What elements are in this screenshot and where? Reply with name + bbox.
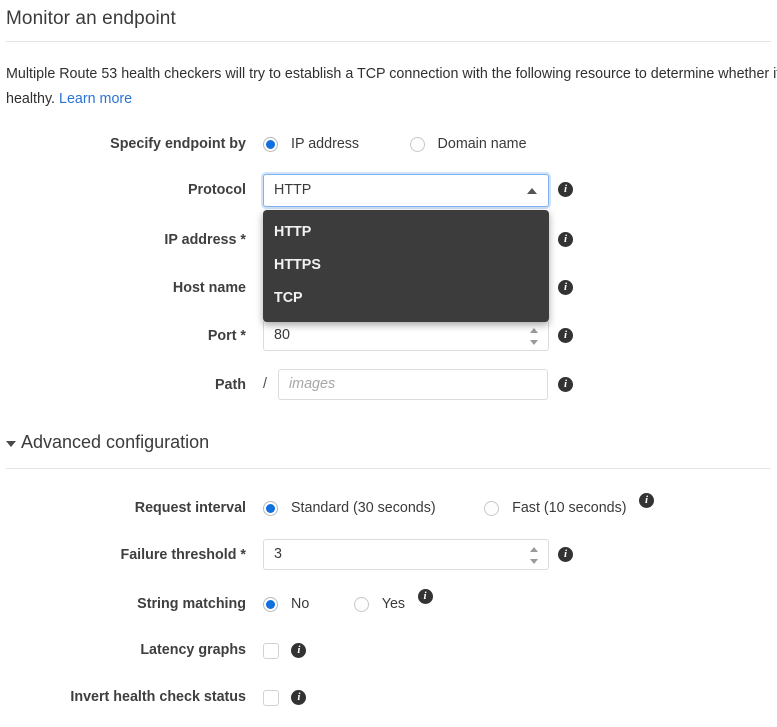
stepper-up-icon[interactable] [530, 328, 538, 333]
page-title: Monitor an endpoint [6, 8, 176, 29]
request-interval-info-icon[interactable]: i [639, 493, 654, 509]
path-info-icon[interactable]: i [558, 377, 573, 392]
radio-standard-interval[interactable] [263, 500, 278, 516]
row-invert-health-check-status: Invert health check status i [0, 681, 777, 713]
protocol-select-wrapper: HTTP [263, 174, 549, 207]
row-path: Path / images i [0, 369, 777, 401]
radio-option-standard[interactable]: Standard (30 seconds) [263, 492, 436, 524]
protocol-select[interactable]: HTTP [263, 174, 549, 207]
failure-threshold-label: Failure threshold * [120, 547, 246, 563]
row-string-matching: String matching No Yes i [0, 588, 777, 620]
radio-string-matching-no-label: No [291, 596, 310, 612]
protocol-label: Protocol [188, 182, 246, 198]
radio-option-no[interactable]: No [263, 588, 309, 620]
dropdown-option-http[interactable]: HTTP [263, 216, 549, 249]
latency-graphs-checkbox[interactable] [263, 642, 279, 659]
description-text: Multiple Route 53 health checkers will t… [6, 62, 777, 112]
stepper-up-icon[interactable] [530, 547, 538, 552]
title-divider [6, 41, 771, 42]
advanced-form: Request interval Standard (30 seconds) F… [0, 492, 777, 727]
latency-graphs-control: i [263, 642, 307, 660]
path-label: Path [215, 377, 246, 393]
radio-string-matching-no[interactable] [263, 596, 278, 612]
ip-address-label: IP address * [164, 232, 246, 248]
port-info-icon[interactable]: i [558, 328, 573, 343]
dropdown-option-tcp[interactable]: TCP [263, 282, 549, 315]
radio-fast-interval[interactable] [484, 500, 500, 516]
chevron-up-icon[interactable] [527, 188, 537, 194]
radio-domain-name-label: Domain name [437, 136, 527, 152]
host-name-info-icon[interactable]: i [558, 280, 573, 295]
radio-string-matching-yes-label: Yes [381, 596, 406, 612]
radio-option-ip-address[interactable]: IP address [263, 128, 359, 160]
learn-more-link[interactable]: Learn more [59, 91, 132, 107]
protocol-dropdown-menu[interactable]: HTTP HTTPS TCP [263, 210, 549, 322]
port-input-wrapper: 80 [263, 320, 549, 351]
invert-health-check-status-info-icon[interactable]: i [291, 690, 307, 706]
failure-threshold-stepper[interactable] [530, 547, 539, 564]
specify-endpoint-by-label: Specify endpoint by [110, 136, 246, 152]
radio-option-fast[interactable]: Fast (10 seconds) [484, 492, 627, 524]
row-latency-graphs: Latency graphs i [0, 634, 777, 666]
path-prefix-slash: / [263, 376, 267, 392]
string-matching-radio-group: No Yes i [263, 588, 433, 620]
radio-fast-interval-label: Fast (10 seconds) [512, 500, 627, 516]
failure-threshold-input-wrapper: 3 [263, 539, 549, 570]
radio-option-yes[interactable]: Yes [353, 588, 406, 620]
radio-standard-interval-label: Standard (30 seconds) [291, 500, 436, 516]
request-interval-radio-group: Standard (30 seconds) Fast (10 seconds) … [263, 492, 654, 524]
path-input-wrapper: images [278, 369, 548, 400]
advanced-configuration-label: Advanced configuration [21, 432, 210, 452]
row-failure-threshold: Failure threshold * 3 i [0, 539, 777, 571]
port-label: Port * [207, 328, 246, 344]
request-interval-label: Request interval [134, 500, 246, 516]
latency-graphs-info-icon[interactable]: i [291, 643, 307, 659]
row-protocol: Protocol HTTP i [0, 174, 777, 208]
invert-health-check-status-checkbox[interactable] [263, 689, 279, 706]
port-stepper[interactable] [530, 328, 539, 345]
port-input[interactable]: 80 [263, 320, 549, 351]
radio-option-domain-name[interactable]: Domain name [409, 128, 527, 160]
host-name-label: Host name [172, 280, 246, 296]
protocol-info-icon[interactable]: i [558, 182, 573, 197]
radio-ip-address-label: IP address [291, 136, 360, 152]
invert-health-check-status-control: i [263, 689, 307, 707]
string-matching-label: String matching [137, 596, 246, 612]
port-value: 80 [274, 327, 290, 343]
specify-endpoint-by-radio-group: IP address Domain name [263, 128, 527, 160]
ip-address-info-icon[interactable]: i [558, 232, 573, 247]
chevron-down-icon[interactable] [6, 440, 16, 447]
row-specify-endpoint-by: Specify endpoint by IP address Domain na… [0, 128, 777, 160]
radio-domain-name[interactable] [409, 136, 425, 152]
advanced-divider [6, 468, 771, 469]
dropdown-option-https[interactable]: HTTPS [263, 249, 549, 282]
failure-threshold-value: 3 [274, 546, 282, 562]
path-input[interactable]: images [278, 369, 548, 400]
latency-graphs-label: Latency graphs [140, 642, 246, 658]
radio-string-matching-yes[interactable] [353, 596, 369, 612]
failure-threshold-input[interactable]: 3 [263, 539, 549, 570]
protocol-selected-value: HTTP [274, 182, 312, 198]
invert-health-check-status-label: Invert health check status [70, 689, 246, 705]
row-port: Port * 80 i [0, 320, 777, 352]
advanced-configuration-toggle[interactable]: Advanced configuration [6, 432, 209, 453]
row-request-interval: Request interval Standard (30 seconds) F… [0, 492, 777, 524]
string-matching-info-icon[interactable]: i [417, 589, 433, 605]
path-placeholder: images [289, 376, 336, 392]
failure-threshold-info-icon[interactable]: i [558, 547, 573, 562]
stepper-down-icon[interactable] [530, 559, 538, 564]
radio-ip-address[interactable] [263, 136, 278, 152]
stepper-down-icon[interactable] [530, 340, 538, 345]
